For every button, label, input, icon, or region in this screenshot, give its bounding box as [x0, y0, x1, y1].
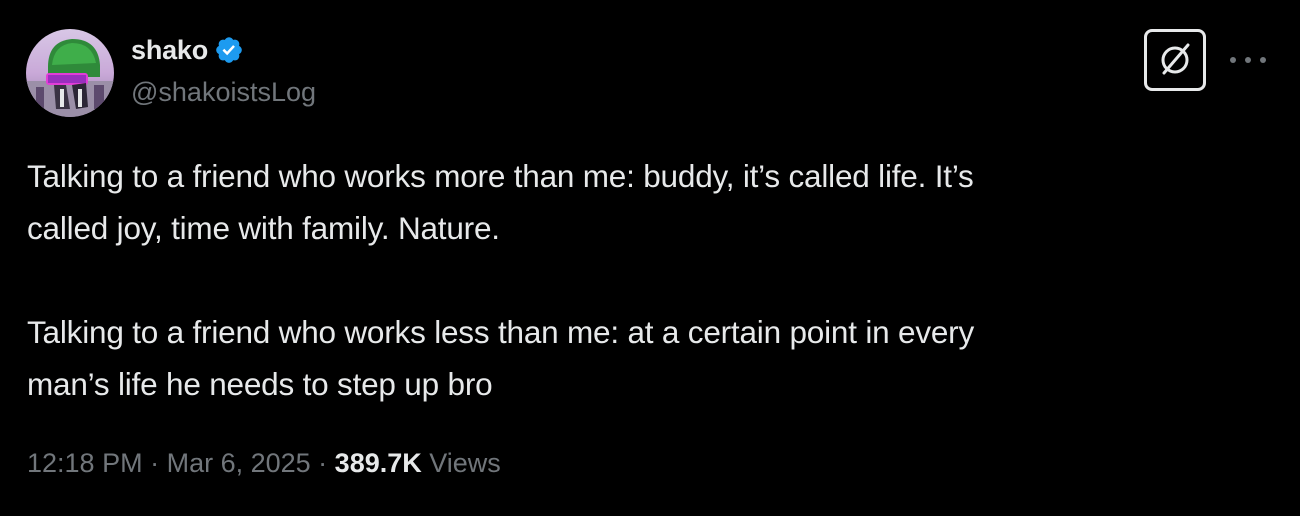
meta-separator: · — [310, 448, 335, 478]
tweet-time[interactable]: 12:18 PM — [27, 448, 143, 479]
more-options-button[interactable] — [1230, 48, 1266, 72]
tweet-text: Talking to a friend who works more than … — [27, 150, 1257, 410]
author-name-row: shako — [131, 33, 244, 67]
verified-badge-icon[interactable] — [214, 35, 244, 65]
views-label: Views — [429, 448, 501, 478]
slashed-circle-icon — [1161, 43, 1190, 75]
more-dots-icon — [1245, 57, 1251, 63]
avatar-image — [26, 29, 114, 117]
avatar[interactable] — [26, 29, 114, 117]
tweet-paragraph: Talking to a friend who works more than … — [27, 150, 1257, 254]
more-dots-icon — [1230, 57, 1236, 63]
views-count[interactable]: 389.7K — [335, 448, 422, 479]
tweet: shako @shakoistsLog Talking to a friend … — [0, 0, 1300, 516]
tweet-line: Talking to a friend who works more than … — [27, 158, 974, 194]
more-dots-icon — [1260, 57, 1266, 63]
tweet-line: called joy, time with family. Nature. — [27, 210, 500, 246]
tweet-date[interactable]: Mar 6, 2025 — [167, 448, 311, 479]
grok-button[interactable] — [1144, 29, 1206, 91]
tweet-paragraph: Talking to a friend who works less than … — [27, 306, 1257, 410]
tweet-line: man’s life he needs to step up bro — [27, 366, 493, 402]
tweet-line: Talking to a friend who works less than … — [27, 314, 975, 350]
author-display-name[interactable]: shako — [131, 35, 208, 66]
author-handle[interactable]: @shakoistsLog — [131, 77, 316, 108]
tweet-meta: 12:18 PM · Mar 6, 2025 · 389.7K Views — [27, 448, 501, 479]
meta-separator: · — [142, 448, 167, 478]
